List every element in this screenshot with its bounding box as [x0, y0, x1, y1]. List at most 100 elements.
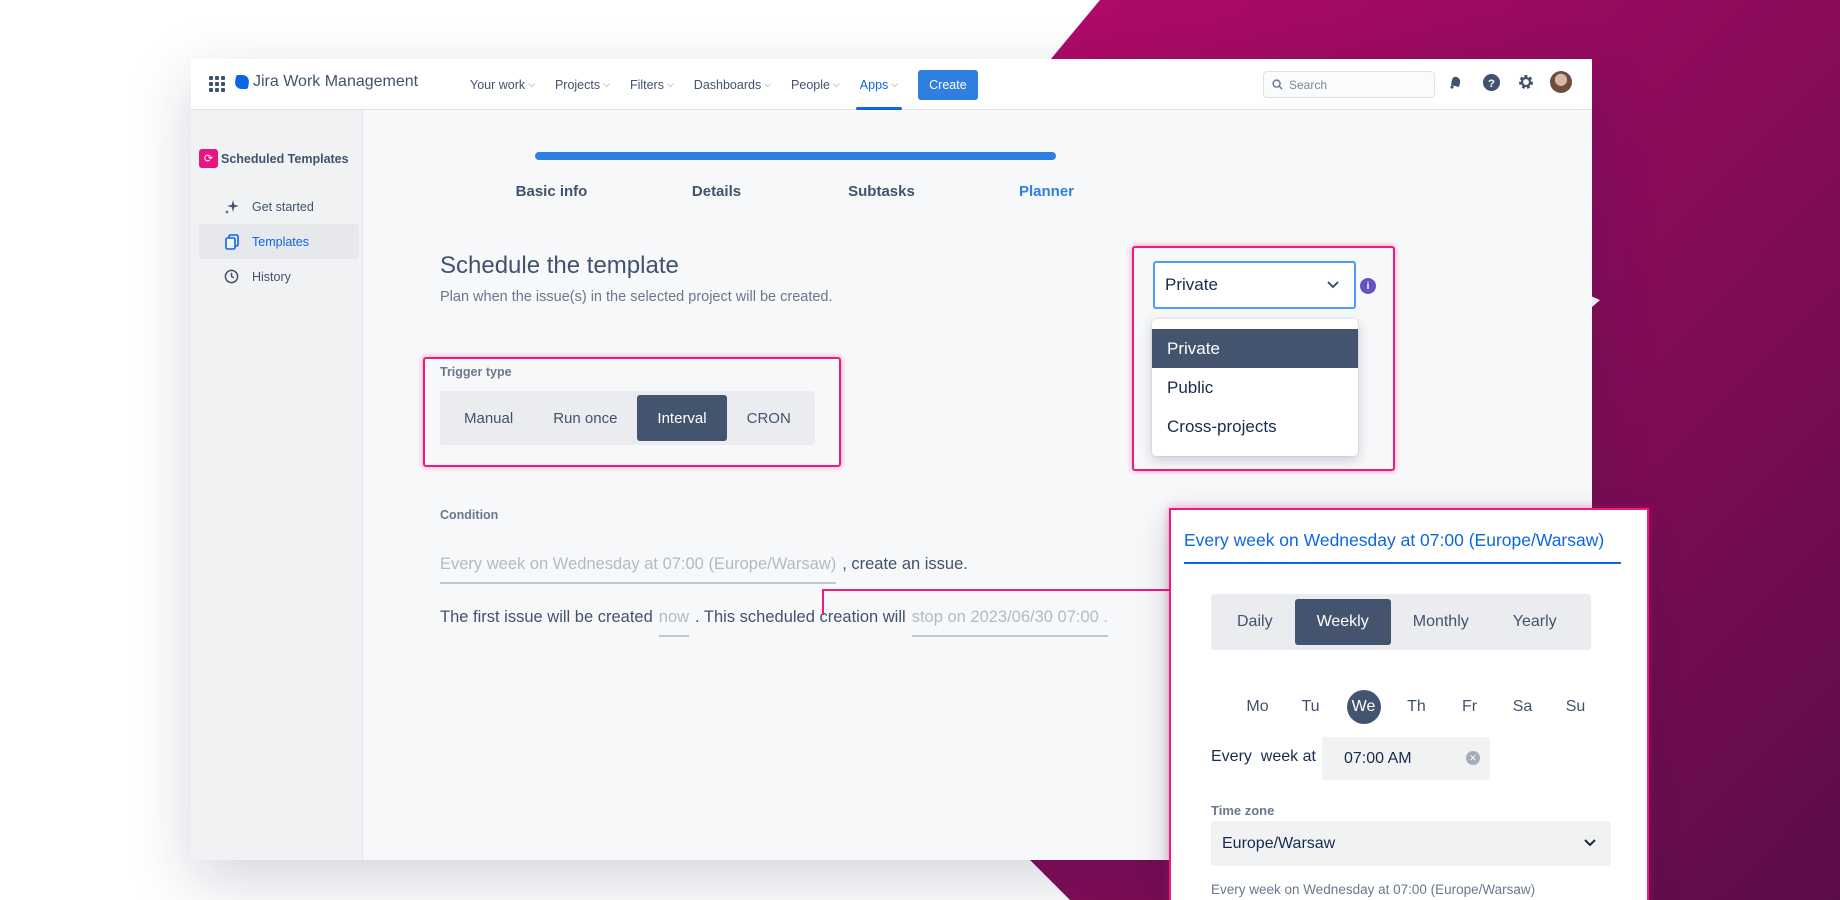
- visibility-option-cross-projects[interactable]: Cross-projects: [1152, 407, 1358, 446]
- schedule-popup: Every week on Wednesday at 07:00 (Europe…: [1169, 508, 1649, 900]
- day-label: Th: [1407, 698, 1426, 715]
- connector-line: [822, 589, 824, 615]
- timezone-label: Time zone: [1211, 803, 1275, 818]
- day-friday[interactable]: Fr: [1443, 690, 1496, 724]
- search-input[interactable]: Search: [1263, 71, 1435, 98]
- visibility-option-public[interactable]: Public: [1152, 368, 1358, 407]
- popup-title: Every week on Wednesday at 07:00 (Europe…: [1184, 530, 1621, 564]
- timezone-select[interactable]: Europe/Warsaw: [1211, 821, 1611, 866]
- search-icon: [1272, 79, 1283, 90]
- day-wednesday[interactable]: We: [1337, 690, 1390, 724]
- chevron-down-icon: ⌵: [832, 79, 840, 89]
- create-button[interactable]: Create: [918, 69, 978, 100]
- visibility-option-private[interactable]: Private: [1152, 329, 1358, 368]
- chevron-down-icon: ⌵: [764, 79, 772, 89]
- nav-label: Projects: [554, 77, 601, 92]
- app-switcher-icon[interactable]: [209, 76, 225, 92]
- settings-gear-icon[interactable]: [1515, 71, 1537, 93]
- nav-label: Filters: [629, 77, 664, 92]
- time-input[interactable]: 07:00 AM ✕: [1322, 737, 1490, 780]
- stop-date-field[interactable]: stop on 2023/06/30 07:00 .: [911, 608, 1109, 637]
- day-label: Su: [1565, 698, 1586, 715]
- day-sunday[interactable]: Su: [1549, 690, 1602, 724]
- sidebar-header: ⟳ Scheduled Templates: [199, 149, 349, 168]
- chevron-down-icon: ⌵: [603, 79, 610, 89]
- day-label: Sa: [1512, 698, 1533, 715]
- info-icon[interactable]: i: [1360, 278, 1376, 294]
- product-logo[interactable]: Jira Work Management: [233, 73, 419, 91]
- trigger-cron-button[interactable]: CRON: [727, 395, 811, 441]
- day-saturday[interactable]: Sa: [1496, 690, 1549, 724]
- visibility-select[interactable]: Private: [1153, 261, 1356, 309]
- condition-label: Condition: [440, 508, 499, 522]
- nav-filters[interactable]: Filters ⌵: [620, 59, 684, 110]
- nav-label: Your work: [470, 77, 526, 92]
- visibility-selected-value: Private: [1165, 275, 1218, 294]
- frequency-daily-button[interactable]: Daily: [1215, 599, 1295, 645]
- trigger-manual-button[interactable]: Manual: [444, 395, 533, 441]
- clear-icon[interactable]: ✕: [1466, 751, 1480, 765]
- stop-prefix: . This scheduled creation will: [695, 608, 906, 626]
- weekday-picker: Mo Tu We Th Fr Sa Su: [1231, 690, 1602, 724]
- day-tuesday[interactable]: Tu: [1284, 690, 1337, 724]
- trigger-type-selector: Manual Run once Interval CRON: [440, 391, 815, 445]
- frequency-selector: Daily Weekly Monthly Yearly: [1211, 594, 1591, 650]
- day-label: We: [1346, 690, 1381, 724]
- sidebar-item-label: History: [252, 269, 291, 284]
- step-basic-info[interactable]: Basic info: [469, 183, 634, 200]
- search-placeholder: Search: [1289, 77, 1328, 92]
- condition-sentence: Every week on Wednesday at 07:00 (Europe…: [440, 555, 968, 584]
- sidebar-title: Scheduled Templates: [221, 151, 349, 166]
- day-monday[interactable]: Mo: [1231, 690, 1284, 724]
- first-issue-field[interactable]: now: [658, 608, 690, 637]
- nav-projects[interactable]: Projects ⌵: [545, 59, 620, 110]
- chevron-down-icon: [1327, 281, 1339, 289]
- step-planner[interactable]: Planner: [964, 183, 1129, 200]
- step-subtasks[interactable]: Subtasks: [799, 183, 964, 200]
- nav-your-work[interactable]: Your work ⌵: [460, 59, 545, 110]
- sidebar: ⟳ Scheduled Templates Get started Templa…: [191, 110, 363, 860]
- sidebar-item-label: Templates: [252, 234, 309, 249]
- nav-label: Dashboards: [693, 77, 762, 92]
- step-details[interactable]: Details: [634, 183, 799, 200]
- time-value: 07:00 AM: [1344, 749, 1412, 767]
- nav-people[interactable]: People ⌵: [781, 59, 850, 110]
- visibility-menu: Private Public Cross-projects: [1152, 319, 1358, 456]
- jira-logo-icon: [233, 75, 251, 89]
- nav-dashboards[interactable]: Dashboards ⌵: [684, 59, 781, 110]
- every-week-label: Every week at: [1211, 748, 1316, 765]
- top-navigation: Jira Work Management Your work ⌵ Projects…: [191, 59, 1592, 110]
- trigger-run-once-button[interactable]: Run once: [533, 395, 637, 441]
- day-label: Mo: [1246, 698, 1269, 715]
- copy-icon: [223, 233, 240, 250]
- frequency-monthly-button[interactable]: Monthly: [1391, 599, 1491, 645]
- product-name: Jira Work Management: [253, 73, 419, 90]
- frequency-yearly-button[interactable]: Yearly: [1491, 599, 1579, 645]
- first-issue-prefix: The first issue will be created: [440, 608, 653, 626]
- help-icon[interactable]: ?: [1480, 71, 1502, 93]
- trigger-type-label: Trigger type: [440, 365, 512, 379]
- trigger-interval-button[interactable]: Interval: [637, 395, 727, 441]
- user-avatar[interactable]: [1550, 71, 1572, 93]
- nav-menu: Your work ⌵ Projects ⌵ Filters ⌵ Dashboards…: [460, 59, 978, 110]
- schedule-summary: Every week on Wednesday at 07:00 (Europe…: [1211, 882, 1536, 897]
- wizard-steps: Basic info Details Subtasks Planner: [469, 183, 1129, 200]
- progress-bar: [535, 152, 1056, 160]
- first-issue-sentence: The first issue will be created now . Th…: [440, 608, 1109, 637]
- page-subtitle: Plan when the issue(s) in the selected p…: [440, 289, 833, 305]
- frequency-weekly-button[interactable]: Weekly: [1294, 599, 1391, 645]
- clock-icon: [223, 269, 240, 284]
- nav-apps[interactable]: Apps ⌵: [850, 59, 908, 110]
- chevron-down-icon: ⌵: [528, 79, 535, 89]
- day-label: Fr: [1461, 698, 1478, 715]
- schedule-field[interactable]: Every week on Wednesday at 07:00 (Europe…: [440, 555, 837, 584]
- sidebar-item-get-started[interactable]: Get started: [199, 189, 359, 224]
- day-label: Tu: [1301, 698, 1320, 715]
- sidebar-item-templates[interactable]: Templates: [199, 224, 359, 259]
- sidebar-list: Get started Templates History: [199, 189, 359, 294]
- notifications-icon[interactable]: [1445, 71, 1467, 93]
- sidebar-item-label: Get started: [252, 199, 314, 214]
- nav-label: People: [791, 77, 830, 92]
- sidebar-item-history[interactable]: History: [199, 259, 359, 294]
- day-thursday[interactable]: Th: [1390, 690, 1443, 724]
